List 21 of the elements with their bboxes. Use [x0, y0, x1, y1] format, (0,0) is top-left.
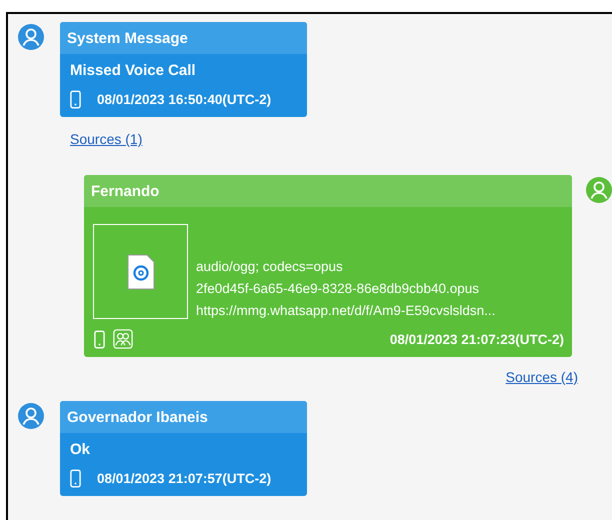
phone-icon — [94, 330, 105, 348]
message-timestamp: 08/01/2023 21:07:57(UTC-2) — [97, 471, 272, 486]
phone-icon — [70, 469, 81, 488]
phone-icon — [70, 90, 81, 109]
attachment-info: 2fe0d45f-6a65-46e9-8328-86e8db9cbb40.opus — [196, 281, 480, 296]
sender-name: Governador Ibaneis — [60, 401, 307, 433]
avatar-icon — [18, 403, 44, 429]
message-timestamp: 08/01/2023 16:50:40(UTC-2) — [97, 92, 272, 107]
message-text: Ok — [69, 440, 92, 460]
audio-file-icon — [126, 254, 154, 290]
attachment-info: https://mmg.whatsapp.net/d/f/Am9-E59cvslsldsn... — [196, 303, 496, 318]
sources-link[interactable]: Sources (4) — [506, 369, 578, 385]
message-text: Missed Voice Call — [69, 61, 197, 81]
contacts-icon — [113, 329, 133, 349]
message-timestamp: 08/01/2023 21:07:23(UTC-2) — [390, 332, 564, 346]
sender-name: System Message — [60, 22, 307, 54]
attachment-thumbnail[interactable] — [93, 224, 188, 319]
sender-name: Fernando — [84, 175, 572, 207]
attachment-info: audio/ogg; codecs=opus — [196, 259, 344, 274]
sources-link[interactable]: Sources (1) — [70, 131, 142, 147]
avatar-icon — [18, 24, 44, 50]
